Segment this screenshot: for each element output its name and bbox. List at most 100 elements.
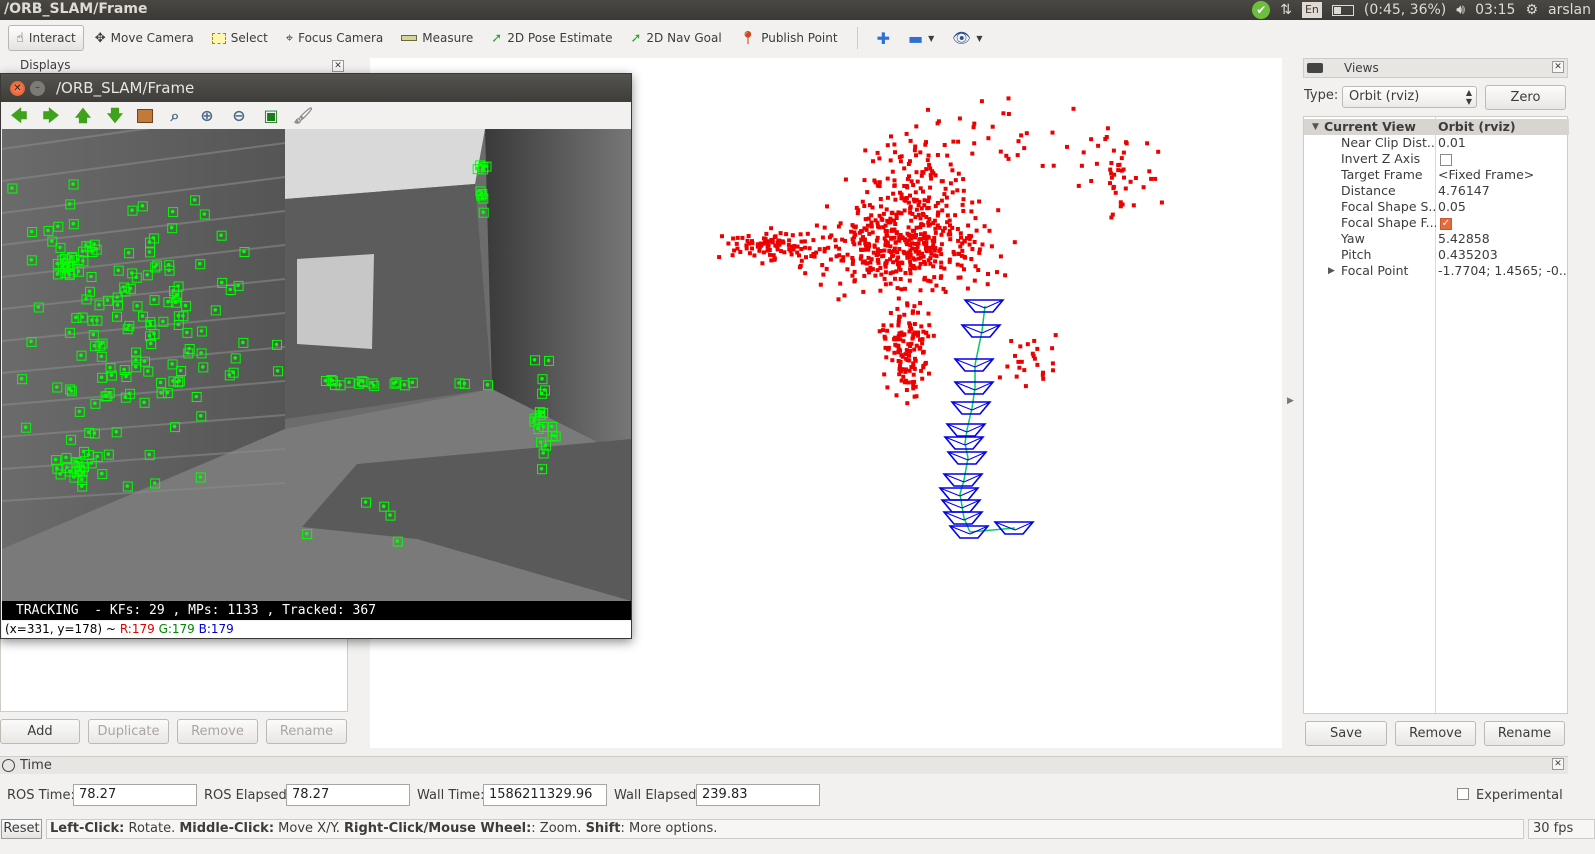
map-point (775, 240, 780, 245)
map-point (919, 173, 924, 178)
brush-icon[interactable]: 🖌︎ (293, 106, 313, 126)
map-point (904, 348, 909, 353)
prop-focal-point[interactable]: ▶ Focal Point -1.7704; 1.4565; -0.... (1304, 263, 1569, 279)
experimental-checkbox[interactable] (1457, 788, 1469, 800)
tool-focus-camera[interactable]: ⌖ Focus Camera (279, 25, 391, 51)
remove-view-button[interactable]: Remove (1395, 721, 1476, 746)
tool-measure[interactable]: Measure (394, 25, 480, 51)
map-point (1001, 111, 1006, 116)
network-icon[interactable]: ⇅ (1280, 2, 1292, 18)
tool-2d-pose-estimate[interactable]: ➚ 2D Pose Estimate (484, 25, 619, 51)
map-point (1019, 133, 1024, 138)
prop-focal-shape-fixed[interactable]: Focal Shape F... ✓ (1304, 215, 1569, 231)
prop-value[interactable]: 0.01 (1438, 135, 1568, 151)
tool-move-camera[interactable]: ✥ Move Camera (88, 25, 201, 51)
feature-point (58, 472, 62, 476)
rename-view-button[interactable]: Rename (1484, 721, 1565, 746)
feature-point (388, 513, 392, 517)
duplicate-display-button[interactable]: Duplicate (88, 719, 169, 744)
current-view-row[interactable]: ▼ Current View Orbit (rviz) (1304, 119, 1569, 135)
arrow-up-icon[interactable]: 🡅 (73, 106, 93, 126)
settings-gear-icon[interactable]: ⚙ (1525, 2, 1538, 18)
experimental-label[interactable]: Experimental (1476, 788, 1563, 803)
add-tool-button[interactable]: ✚ (870, 25, 897, 51)
ros-elapsed-field[interactable]: 78.27 (286, 784, 410, 806)
map-point (873, 273, 878, 278)
save-view-button[interactable]: Save (1305, 721, 1387, 746)
user-name[interactable]: arslan (1548, 2, 1591, 18)
ros-time-field[interactable]: 78.27 (73, 784, 197, 806)
volume-icon[interactable]: 🔊︎ (1456, 2, 1465, 18)
add-display-button[interactable]: Add (0, 719, 80, 744)
prop-invert-z[interactable]: Invert Z Axis (1304, 151, 1569, 167)
focal-shape-fixed-checkbox[interactable]: ✓ (1440, 217, 1452, 230)
minimize-icon[interactable]: – (30, 81, 45, 96)
clock[interactable]: 03:15 (1475, 2, 1515, 18)
prop-value[interactable] (1438, 151, 1568, 167)
map-point (883, 239, 888, 244)
tool-interact[interactable]: ☝ Interact (8, 25, 84, 51)
feature-point (185, 330, 189, 335)
zero-button[interactable]: Zero (1485, 85, 1566, 110)
tool-publish-point[interactable]: 📍︎ Publish Point (733, 25, 845, 51)
map-point (970, 200, 975, 205)
battery-text[interactable]: (0:45, 36%) (1364, 2, 1446, 18)
pixel-blue: B:179 (198, 622, 234, 636)
tool-2d-nav-goal[interactable]: ➚ 2D Nav Goal (624, 25, 729, 51)
prop-value[interactable]: ✓ (1438, 215, 1568, 231)
remove-display-button[interactable]: Remove (177, 719, 258, 744)
prop-value[interactable]: 4.76147 (1438, 183, 1568, 199)
splitter-arrow-icon[interactable]: ▶ (1287, 396, 1294, 406)
close-icon[interactable]: ✕ (10, 81, 25, 96)
invert-z-checkbox[interactable] (1440, 153, 1452, 166)
map-point (833, 238, 838, 243)
map-point (918, 186, 923, 191)
triangle-down-icon[interactable]: ▼ (1312, 119, 1319, 135)
feature-point (148, 319, 152, 324)
image-icon[interactable] (137, 108, 153, 123)
feature-point (147, 240, 152, 244)
remove-tool-button[interactable]: ▬ ▼ (901, 25, 941, 51)
map-point (1096, 143, 1101, 148)
reset-button[interactable]: Reset (1, 819, 42, 839)
arrow-right-icon[interactable]: 🡆 (41, 106, 61, 126)
camera-frame-image[interactable] (2, 129, 631, 601)
prop-value[interactable]: <Fixed Frame> (1438, 167, 1568, 183)
zoom-out-icon[interactable]: ⊖ (229, 106, 249, 126)
triangle-right-icon[interactable]: ▶ (1328, 263, 1335, 279)
close-icon[interactable]: ✕ (1552, 758, 1564, 770)
prop-value[interactable]: 5.42858 (1438, 231, 1568, 247)
arrow-down-icon[interactable]: 🡇 (105, 106, 125, 126)
wall-time-field[interactable]: 1586211329.96 (483, 784, 607, 806)
feature-point (231, 370, 235, 374)
zoom-fit-icon[interactable]: ⌕ (165, 106, 185, 126)
prop-value[interactable]: -1.7704; 1.4565; -0.... (1438, 263, 1568, 279)
battery-icon[interactable] (1331, 4, 1354, 16)
prop-target-frame[interactable]: Target Frame <Fixed Frame> (1304, 167, 1569, 183)
prop-distance[interactable]: Distance 4.76147 (1304, 183, 1569, 199)
arrow-left-icon[interactable]: 🡄 (9, 106, 29, 126)
wall-elapsed-field[interactable]: 239.83 (696, 784, 820, 806)
update-ok-icon[interactable]: ✔ (1252, 1, 1271, 19)
prop-yaw[interactable]: Yaw 5.42858 (1304, 231, 1569, 247)
feature-point (480, 191, 484, 196)
view-type-select[interactable]: Orbit (rviz) ▲ ▼ (1342, 86, 1477, 108)
feature-point (116, 268, 120, 272)
save-icon[interactable]: ▣ (261, 106, 281, 126)
zoom-in-icon[interactable]: ⊕ (197, 106, 217, 126)
prop-pitch[interactable]: Pitch 0.435203 (1304, 247, 1569, 263)
close-icon[interactable]: ✕ (1552, 61, 1564, 73)
orb-slam-frame-window[interactable]: /ORB_SLAM/Frame ✕ – 🡄 🡆 🡅 🡇 ⌕ ⊕ ⊖ ▣ 🖌︎ T… (0, 73, 632, 639)
close-icon[interactable]: ✕ (332, 60, 344, 72)
prop-near-clip[interactable]: Near Clip Dist... 0.01 (1304, 135, 1569, 151)
keyboard-lang-indicator[interactable]: En (1301, 2, 1322, 18)
visibility-button[interactable]: 👁︎ ▼ (945, 25, 989, 51)
map-point (899, 196, 904, 201)
feature-point (124, 374, 128, 379)
prop-value[interactable]: 0.05 (1438, 199, 1568, 215)
rename-display-button[interactable]: Rename (266, 719, 347, 744)
frame-window-titlebar[interactable]: /ORB_SLAM/Frame (1, 74, 631, 102)
prop-value[interactable]: 0.435203 (1438, 247, 1568, 263)
tool-select[interactable]: Select (205, 25, 275, 51)
prop-focal-shape-size[interactable]: Focal Shape S... 0.05 (1304, 199, 1569, 215)
